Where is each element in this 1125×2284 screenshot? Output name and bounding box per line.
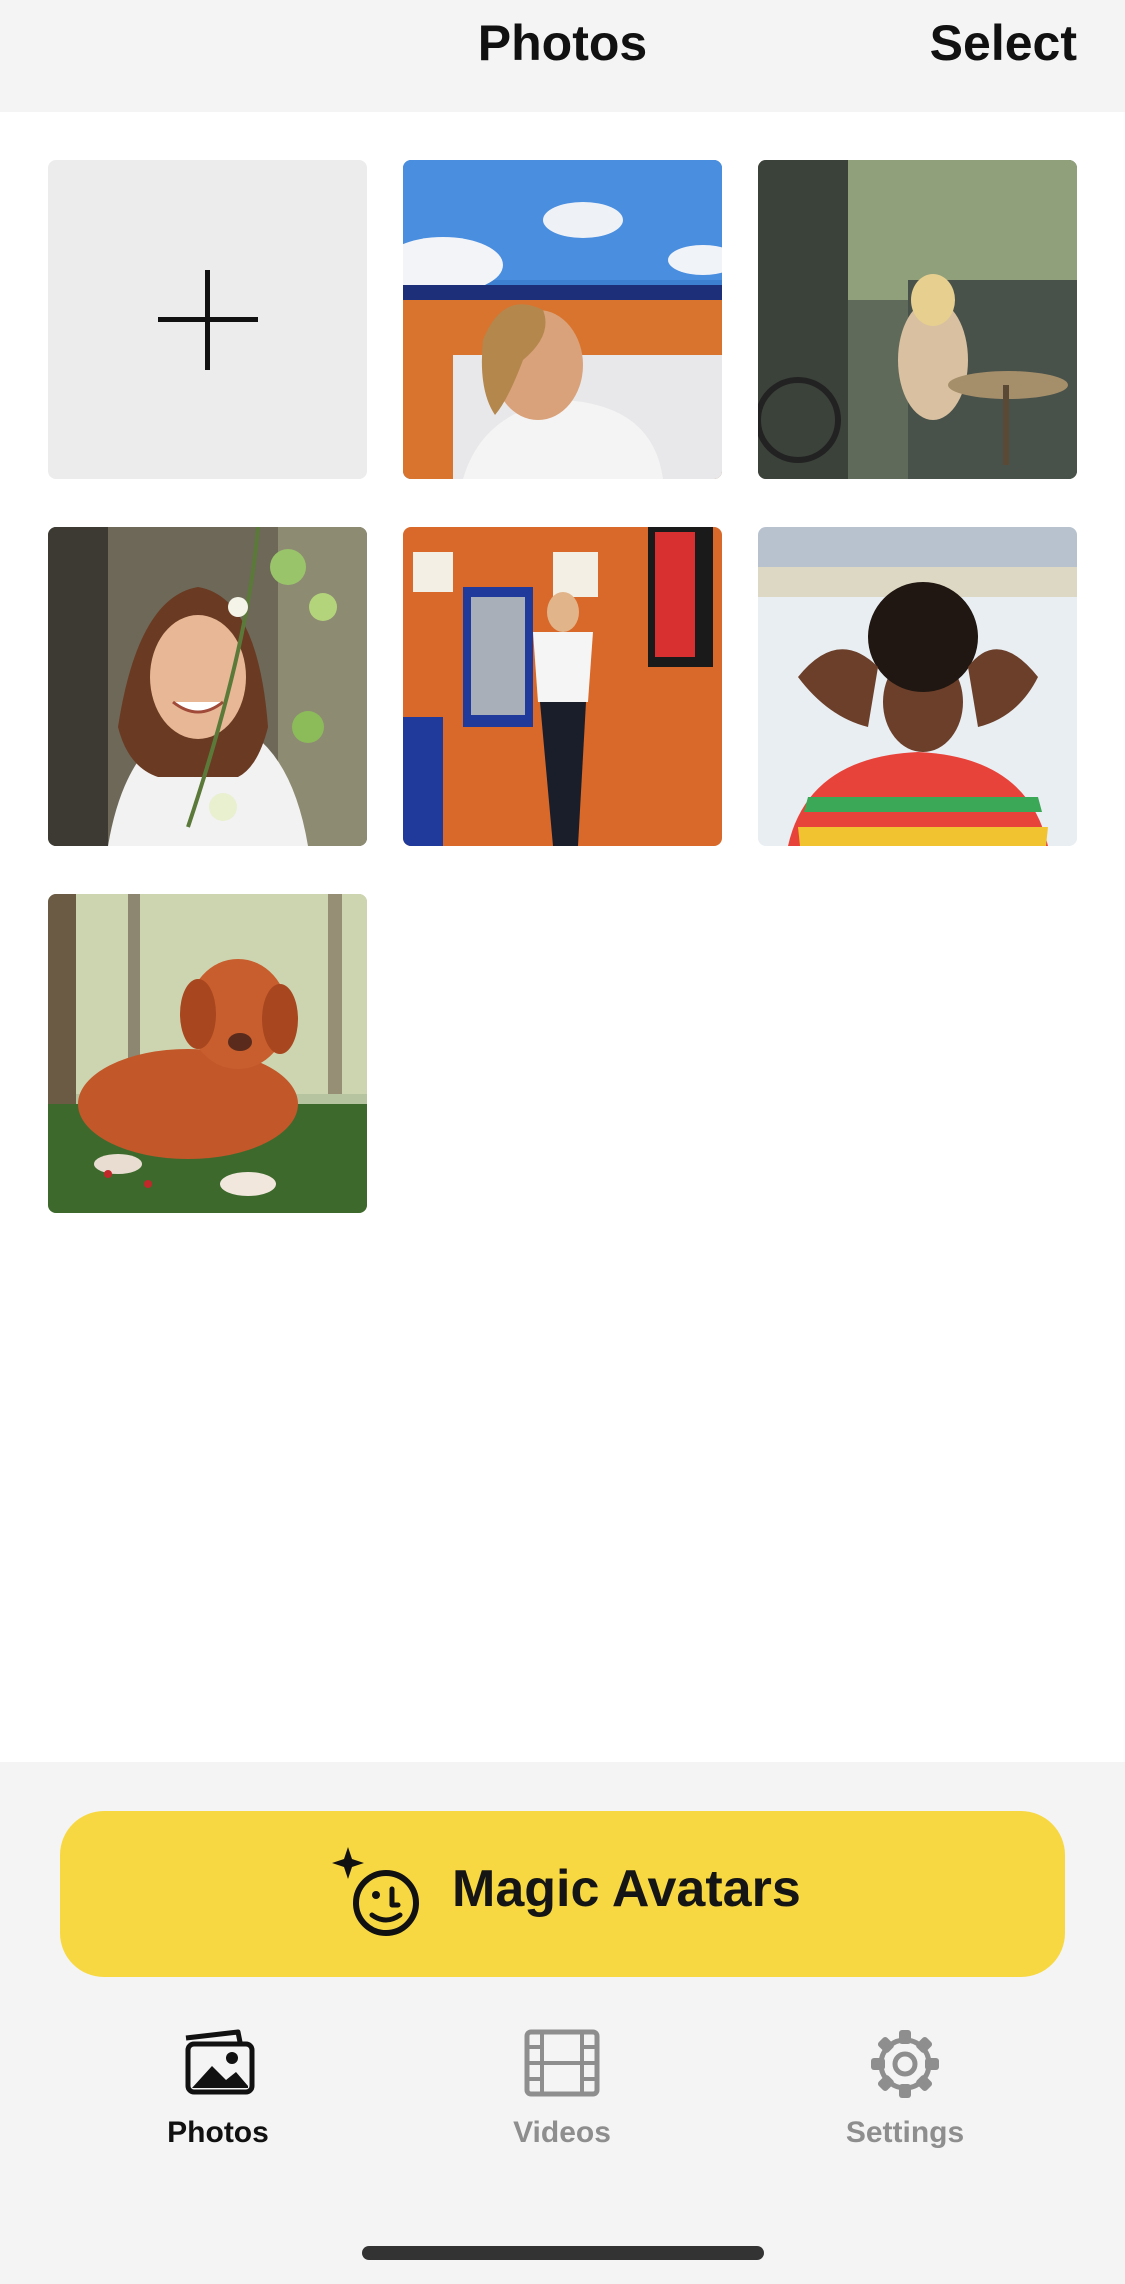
photo-thumbnail[interactable] (48, 527, 367, 846)
tab-settings-label: Settings (845, 2116, 965, 2149)
tab-bar: Photos Videos Settings (0, 2028, 1125, 2178)
tab-videos[interactable]: Videos (442, 2028, 682, 2178)
sparkle-face-icon (332, 1847, 419, 1936)
photo-thumbnail[interactable] (403, 527, 722, 846)
film-icon (524, 2029, 600, 2097)
bottom-panel: Magic Avatars Photos Videos Settings (0, 1762, 1125, 2284)
photos-icon (185, 2029, 255, 2095)
photos-screen: Photos Select Magic Avatars Photos Video… (0, 0, 1125, 2284)
magic-avatars-button[interactable]: Magic Avatars (60, 1811, 1065, 1977)
gear-icon (871, 2030, 939, 2098)
nav-header: Photos Select (0, 0, 1125, 112)
photo-thumbnail[interactable] (48, 894, 367, 1213)
add-photo-button[interactable] (48, 160, 367, 479)
tab-settings[interactable]: Settings (785, 2028, 1025, 2178)
home-indicator (362, 2246, 764, 2260)
photo-thumbnail[interactable] (403, 160, 722, 479)
photo-thumbnail[interactable] (758, 527, 1077, 846)
tab-photos[interactable]: Photos (98, 2028, 338, 2178)
tab-videos-label: Videos (513, 2116, 611, 2149)
photo-thumbnail[interactable] (758, 160, 1077, 479)
tab-photos-label: Photos (167, 2116, 269, 2149)
magic-avatars-label: Magic Avatars (452, 1860, 801, 1918)
select-button[interactable]: Select (930, 14, 1077, 72)
